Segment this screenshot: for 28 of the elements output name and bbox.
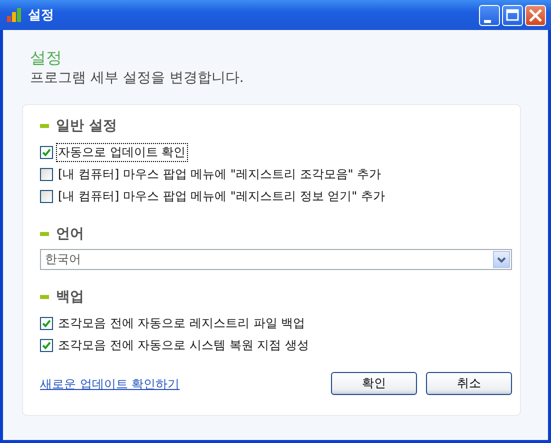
checkbox-label[interactable]: 조각모음 전에 자동으로 시스템 복원 지점 생성 [56, 336, 311, 354]
ok-button[interactable]: 확인 [331, 372, 417, 395]
bar-chart-icon [6, 7, 22, 23]
checkbox[interactable] [40, 146, 53, 158]
maximize-button[interactable] [502, 4, 523, 26]
page-subtitle: 프로그램 세부 설정을 변경합니다. [29, 69, 245, 87]
page-title: 설정 [29, 48, 63, 69]
checkbox-label[interactable]: [내 컴퓨터] 마우스 팝업 메뉴에 "레지스트리 조각모음" 추가 [56, 164, 384, 184]
checkbox-label[interactable]: 자동으로 업데이트 확인 [56, 142, 188, 162]
checkbox-label[interactable]: [내 컴퓨터] 마우스 팝업 메뉴에 "레지스트리 정보 얻기" 추가 [56, 186, 387, 206]
checkbox-label[interactable]: 조각모음 전에 자동으로 레지스트리 파일 백업 [56, 314, 308, 332]
update-check-link[interactable]: 새로운 업데이트 확인하기 [40, 376, 180, 393]
section-marker-icon [40, 295, 49, 299]
section-marker-icon [40, 124, 49, 128]
checkbox[interactable] [40, 168, 53, 180]
minimize-icon [484, 20, 491, 22]
checkbox[interactable] [40, 190, 53, 202]
checkbox[interactable] [40, 316, 53, 330]
section-title: 백업 [56, 288, 84, 306]
window-title: 설정 [28, 7, 54, 24]
section-title: 일반 설정 [56, 117, 117, 135]
cancel-button[interactable]: 취소 [426, 372, 512, 395]
section-title: 언어 [56, 225, 84, 243]
close-button[interactable] [525, 4, 546, 26]
checkbox[interactable] [40, 338, 53, 352]
minimize-button[interactable] [479, 4, 500, 26]
language-dropdown[interactable]: 한국어 [40, 249, 512, 270]
section-marker-icon [40, 232, 49, 236]
